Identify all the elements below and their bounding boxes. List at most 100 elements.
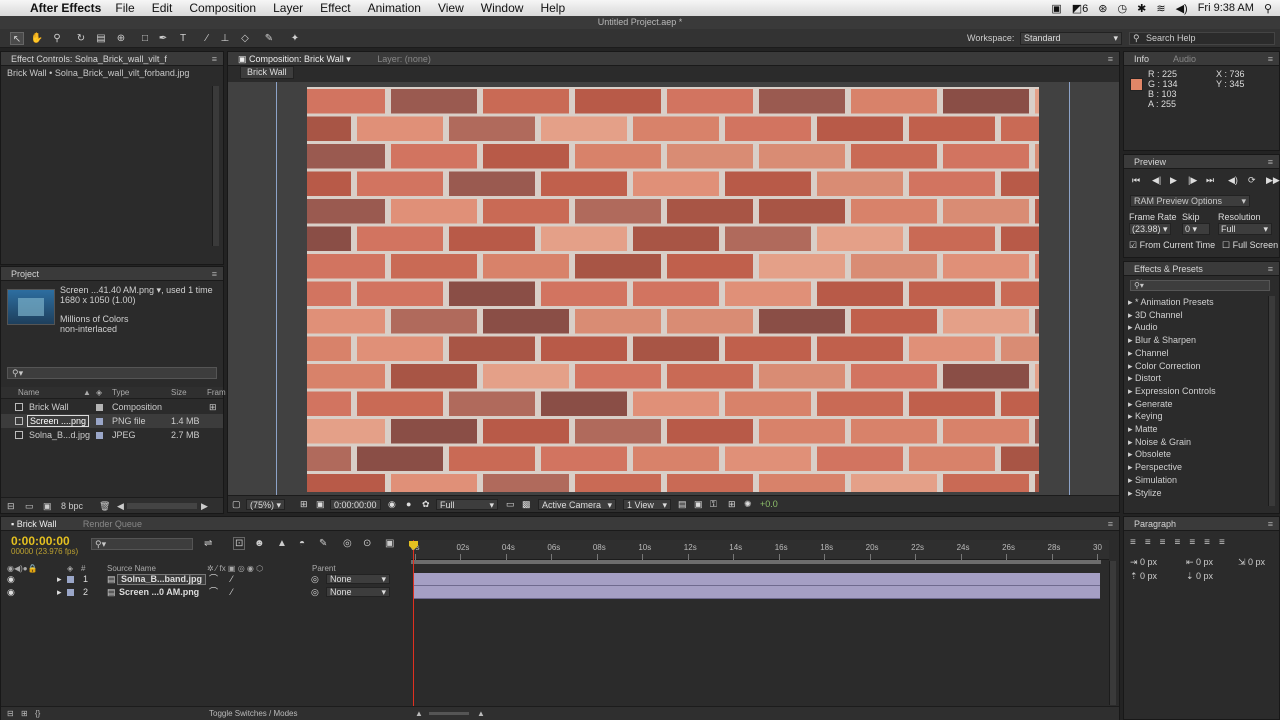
menu-composition[interactable]: Composition [189,1,256,15]
clone-stamp-tool-icon[interactable]: ⊥ [218,32,232,45]
effects-category-item[interactable]: ▸ Matte [1128,424,1158,435]
loop-icon[interactable]: ⟳ [1248,175,1256,186]
zoom-in-icon[interactable]: ▲ [477,707,485,720]
effects-category-item[interactable]: ▸ Perspective [1128,462,1182,473]
scroll-left-icon[interactable]: ◀ [117,498,124,514]
chevron-down-icon[interactable]: ▾ [346,54,351,64]
project-hscrollbar[interactable] [127,503,197,509]
expand-icon[interactable]: ▸ [1128,335,1135,345]
layer-tab[interactable]: Layer: (none) [377,52,431,66]
last-frame-icon[interactable]: ⏭ [1206,175,1214,186]
layer-name[interactable]: Screen ...0 AM.png [119,586,199,599]
project-item-row-selected[interactable]: Screen ....png PNG file 1.4 MB [1,414,223,428]
video-toggle-icon[interactable]: ◉ [7,586,15,599]
project-item-row[interactable]: Solna_B...d.jpg JPEG 2.7 MB [1,428,223,442]
expand-icon[interactable]: ▸ [1128,424,1135,434]
full-screen-checkbox[interactable]: ☐ Full Screen [1222,240,1278,251]
indent-left-field[interactable]: ⇥ 0 px [1130,557,1157,568]
menu-view[interactable]: View [438,1,464,15]
type-tool-icon[interactable]: T [176,32,190,45]
work-area-bar[interactable] [411,560,1101,564]
column-size[interactable]: Size [171,387,187,399]
project-tab[interactable]: Project ≡ [1,267,223,281]
effects-search-input[interactable]: ⚲▾ [1130,280,1270,291]
timeline-icon[interactable]: ⚿ [710,499,717,510]
sync-icon[interactable]: ⊛ [1098,2,1107,15]
effects-presets-tab[interactable]: Effects & Presets [1134,262,1203,276]
composition-nav-tab[interactable]: Brick Wall [240,66,294,79]
rotation-tool-icon[interactable]: ↻ [74,32,88,45]
new-composition-icon[interactable]: ▣ [43,498,52,514]
pick-whip-icon[interactable]: ◎ [311,573,319,586]
delete-icon[interactable]: 🗑 [99,498,110,514]
preview-resolution-select[interactable]: Full ▾ [1218,223,1272,235]
label-color-tag[interactable] [96,418,103,425]
first-line-indent-field[interactable]: ⇲ 0 px [1238,557,1265,568]
always-preview-icon[interactable]: ▢ [232,499,241,510]
column-frame[interactable]: Fram [207,387,226,399]
exposure-icon[interactable]: ✺ [744,499,752,510]
panel-menu-icon[interactable]: ≡ [1268,262,1273,276]
panel-menu-icon[interactable]: ≡ [212,52,217,66]
effects-category-item[interactable]: ▸ Obsolete [1128,449,1171,460]
app-name-menu[interactable]: After Effects [30,1,101,15]
menu-help[interactable]: Help [540,1,565,15]
menu-edit[interactable]: Edit [152,1,173,15]
menu-animation[interactable]: Animation [368,1,421,15]
info-tab[interactable]: Info [1134,52,1149,66]
transparency-grid-icon[interactable]: ▩ [522,499,531,510]
effects-category-item[interactable]: ▸ Color Correction [1128,361,1201,372]
auto-keyframe-icon[interactable]: ◎ [343,538,352,549]
motion-blur-icon[interactable]: ◓ [299,538,305,549]
label-color-tag[interactable] [96,432,103,439]
color-depth-button[interactable]: 8 bpc [61,498,83,514]
layer-row[interactable]: ◉ ▸ 1 ▤ Solna_B...band.jpg ⌒ ⁄ ◎ None ▾ [1,573,409,586]
view-layout-select[interactable]: 1 View ▾ [623,499,671,510]
expand-icon[interactable]: ▸ [1128,310,1135,320]
menu-effect[interactable]: Effect [320,1,350,15]
in-out-panes-icon[interactable]: {} [35,707,40,720]
hand-tool-icon[interactable]: ✋ [30,32,44,45]
timeline-vscrollbar[interactable] [1109,561,1116,705]
mute-audio-icon[interactable]: ◀) [1228,175,1238,186]
effects-category-item[interactable]: ▸ Simulation [1128,475,1177,486]
selection-tool-icon[interactable]: ↖ [10,32,24,45]
resolution-select[interactable]: Full ▾ [436,499,498,510]
channel-color-icon[interactable]: ✿ [422,499,430,510]
playhead-line[interactable] [413,540,414,716]
label-color-tag[interactable] [67,576,74,583]
brick-wall-image[interactable] [265,87,1121,554]
effects-scrollbar[interactable] [1268,296,1275,506]
menu-file[interactable]: File [115,1,134,15]
frame-rate-select[interactable]: (23.98) ▾ [1129,223,1171,235]
workspace-select[interactable]: Standard ▾ [1020,32,1122,45]
camera-tool-icon[interactable]: ▤ [94,32,108,45]
expand-icon[interactable]: ▸ [1128,361,1135,371]
transfer-controls-icon[interactable]: ⊞ [21,707,28,720]
previous-frame-icon[interactable]: ◀| [1152,175,1161,186]
brush-tool-icon[interactable]: ∕ [200,32,214,45]
audio-tab[interactable]: Audio [1173,52,1196,66]
zoom-slider[interactable] [429,712,469,715]
expand-icon[interactable]: ▸ [1128,449,1135,459]
panel-menu-icon[interactable]: ≡ [1108,517,1113,531]
exposure-value[interactable]: +0.0 [760,499,778,510]
indent-right-field[interactable]: ⇤ 0 px [1186,557,1213,568]
interpret-footage-icon[interactable]: ⊟ [7,498,15,514]
effects-category-item[interactable]: ▸ Keying [1128,411,1163,422]
layer-name[interactable]: Solna_B...band.jpg [117,574,207,585]
frame-blending-icon[interactable]: ▲ [277,538,287,549]
expand-icon[interactable]: ▸ [1128,373,1135,383]
flowchart-icon[interactable]: ⊞ [728,499,736,510]
skip-select[interactable]: 0 ▾ [1182,223,1210,235]
alignment-buttons[interactable]: ≡≡≡≡≡≡≡ [1130,537,1234,548]
adobe-icon[interactable]: ◩6 [1072,2,1089,15]
project-item-row[interactable]: Brick Wall Composition ⊞ [1,400,223,414]
parent-select[interactable]: None ▾ [326,574,390,584]
source-name-header[interactable]: Source Name [107,564,156,573]
new-folder-icon[interactable]: ▭ [25,498,34,514]
project-search-input[interactable]: ⚲▾ [7,367,217,379]
sort-icon[interactable]: ▲ [83,387,91,399]
composition-tab[interactable]: ▣ Composition: Brick Wall ▾ [238,52,351,66]
expand-icon[interactable]: ▸ [1128,488,1135,498]
